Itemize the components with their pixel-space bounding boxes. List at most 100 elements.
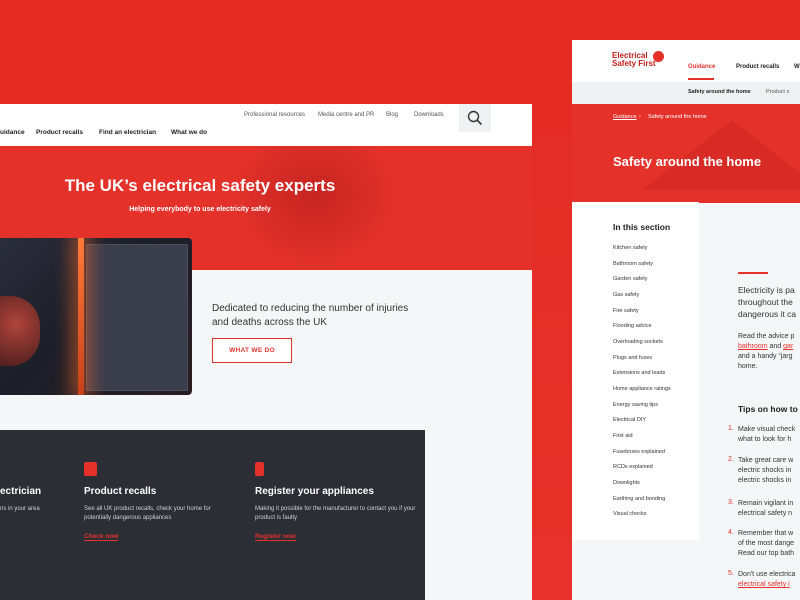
intro-text: Dedicated to reducing the number of inju…: [212, 303, 409, 328]
garden-link[interactable]: gar: [783, 343, 793, 350]
tip-line: Don't use electrica: [738, 571, 796, 578]
homepage-mockup: Professional resources Media centre and …: [0, 104, 532, 600]
nav-guidance[interactable]: uidance: [0, 129, 25, 136]
section-item[interactable]: Fire safety: [613, 308, 639, 314]
tip-line: what to look for h: [738, 436, 792, 443]
guidance-page-mockup: Electrical Safety First Guidance Product…: [572, 40, 800, 600]
accent-rule: [738, 272, 768, 274]
tip-line: electric shocks in: [738, 477, 792, 484]
nav-guidance[interactable]: Guidance: [688, 64, 715, 70]
card-body-electrician: ns in your area: [0, 506, 40, 512]
section-item[interactable]: Downlights: [613, 480, 640, 486]
tip-line: Take great care w: [738, 457, 794, 464]
section-item[interactable]: Garden safety: [613, 276, 648, 282]
nav-professional-resources[interactable]: Professional resources: [244, 112, 305, 118]
subnav-safety-home[interactable]: Safety around the home: [688, 89, 751, 95]
search-button[interactable]: [459, 104, 491, 132]
tip-number: 4.: [728, 529, 734, 536]
nav-product-recalls[interactable]: Product recalls: [736, 64, 779, 70]
tip-line: Remember that w: [738, 530, 794, 537]
section-item[interactable]: Home appliance ratings: [613, 386, 671, 392]
breadcrumb-current: Safety around the home: [648, 114, 707, 120]
section-item[interactable]: Bathroom safety: [613, 261, 653, 267]
tip-line: Read our top bath: [738, 550, 795, 557]
washing-machine-icon: [84, 462, 97, 476]
lead-line: Electricity is pa: [738, 285, 795, 295]
section-item[interactable]: RCDs explained: [613, 464, 653, 470]
lead-paragraph: Electricity is pa throughout the dangero…: [738, 284, 800, 320]
section-item[interactable]: Kitchen safety: [613, 245, 648, 251]
logo[interactable]: Electrical Safety First: [612, 52, 656, 68]
nav-find-electrician[interactable]: Find an electrician: [99, 129, 156, 136]
subnav-product-safety[interactable]: Product s: [766, 89, 789, 95]
section-item[interactable]: Earthing and bonding: [613, 496, 665, 502]
section-item[interactable]: Overloading sockets: [613, 339, 663, 345]
section-item[interactable]: Visual checks: [613, 511, 647, 517]
nav-downloads[interactable]: Downloads: [414, 112, 444, 118]
card-title-electrician: ectrician: [0, 486, 42, 497]
tip-line: Make visual check: [738, 426, 796, 433]
tip-item: Remain vigilant in electrical safety n: [738, 499, 793, 519]
para-line: home.: [738, 363, 758, 370]
sub-navigation: Safety around the home Product s: [572, 82, 800, 104]
active-nav-indicator: [688, 78, 714, 80]
nav-more[interactable]: W: [794, 64, 800, 70]
tips-heading: Tips on how to: [738, 404, 798, 414]
armchair: [0, 296, 40, 366]
tip-item: Don't use electrica electrical safety i: [738, 570, 795, 590]
para-line: bathroom and gar: [738, 342, 800, 352]
body-paragraph: Read the advice p bathroom and gar and a…: [738, 332, 800, 372]
section-item[interactable]: Electrical DIY: [613, 417, 646, 423]
door-panel: [86, 244, 188, 391]
services-panel: ectrician ns in your area Product recall…: [0, 430, 425, 600]
register-now-link[interactable]: Register now: [255, 533, 296, 541]
lead-line: dangerous it ca: [738, 309, 797, 319]
section-item[interactable]: Fuseboxes explained: [613, 449, 665, 455]
section-sidebar: In this section Kitchen safety Bathroom …: [572, 202, 699, 540]
tip-item: Remember that w of the most dange Read o…: [738, 529, 794, 559]
hero-title: The UK’s electrical safety experts: [64, 176, 336, 195]
fridge-icon: [255, 462, 264, 476]
section-item[interactable]: Gas safety: [613, 292, 639, 298]
page-hero: Guidance › Safety around the home Safety…: [572, 104, 800, 203]
tip-line: Remain vigilant in: [738, 500, 794, 507]
card-title-product-recalls: Product recalls: [84, 486, 157, 497]
logo-line-2: Safety First: [612, 59, 656, 68]
section-item[interactable]: First aid: [613, 433, 633, 439]
tip-item: Take great care w electric shocks in ele…: [738, 456, 793, 486]
card-title-register: Register your appliances: [255, 486, 374, 497]
glowing-door-edge: [78, 238, 84, 395]
section-item[interactable]: Energy saving tips: [613, 402, 658, 408]
nav-product-recalls[interactable]: Product recalls: [36, 129, 83, 136]
logo-mark-icon: [653, 51, 664, 62]
top-navigation: Professional resources Media centre and …: [0, 104, 532, 146]
lead-line: throughout the: [738, 297, 793, 307]
tip-line: electrical safety n: [738, 510, 793, 517]
nav-blog[interactable]: Blog: [386, 112, 398, 118]
card-body-register: Making it possible for the manufacturer …: [255, 506, 416, 521]
para-line: and a handy “jarg: [738, 353, 793, 360]
section-item[interactable]: Flooding advice: [613, 323, 652, 329]
card-body-product-recalls: See all UK product recalls, check your h…: [84, 506, 211, 521]
section-title: In this section: [613, 222, 671, 232]
para-text: and: [767, 343, 784, 350]
nav-media-centre[interactable]: Media centre and PR: [318, 112, 374, 118]
chevron-right-icon: ›: [639, 114, 641, 120]
hero-subtitle: Helping everybody to use electricity saf…: [129, 206, 271, 213]
section-item[interactable]: Extensions and leads: [613, 370, 665, 376]
breadcrumb-guidance[interactable]: Guidance: [613, 114, 637, 120]
tip-number: 2.: [728, 456, 734, 463]
electrical-safety-link[interactable]: electrical safety i: [738, 580, 795, 590]
what-we-do-button[interactable]: WHAT WE DO: [212, 338, 292, 363]
tip-line: electric shocks in: [738, 467, 792, 474]
nav-what-we-do[interactable]: What we do: [171, 129, 207, 136]
hero-photo: [0, 238, 192, 395]
tip-number: 3.: [728, 499, 734, 506]
check-now-link[interactable]: Check now: [84, 533, 119, 541]
bathroom-link[interactable]: bathroom: [738, 343, 768, 350]
para-line: Read the advice p: [738, 333, 795, 340]
site-header: Electrical Safety First Guidance Product…: [572, 40, 800, 82]
tip-line: of the most dange: [738, 540, 795, 547]
tip-number: 5.: [728, 570, 734, 577]
section-item[interactable]: Plugs and fuses: [613, 355, 652, 361]
